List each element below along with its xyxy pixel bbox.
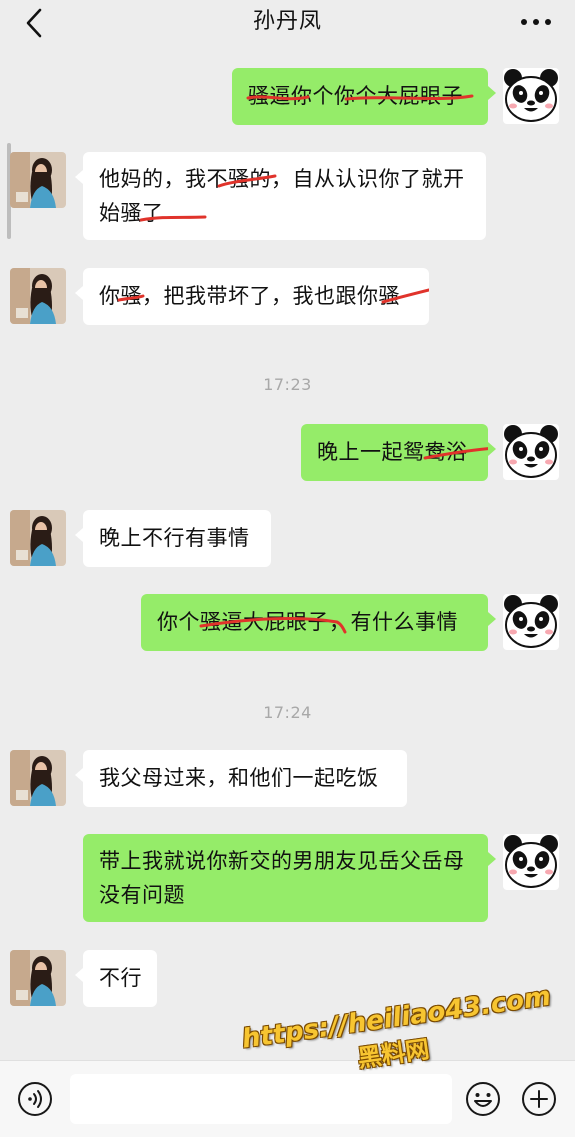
- contact-avatar[interactable]: [10, 510, 66, 566]
- message-text: 带上我就说你新交的男朋友见岳父岳母没有问题: [99, 849, 465, 907]
- my-avatar[interactable]: [503, 834, 559, 890]
- girl-photo-avatar-icon: [10, 510, 66, 566]
- panda-avatar-icon: [503, 834, 559, 890]
- message-text: 他妈的，我不: [99, 167, 228, 191]
- received-message-bubble[interactable]: 不行: [75, 950, 157, 1007]
- contact-avatar[interactable]: [10, 950, 66, 1006]
- struck-text: 个大屁眼子: [355, 84, 463, 108]
- message-text: 你: [99, 284, 121, 308]
- message-text: 我父母过来，和他们一起吃饭: [99, 766, 379, 790]
- my-avatar[interactable]: [503, 68, 559, 124]
- struck-text: 骚: [228, 167, 250, 191]
- struck-text: 骚逼大屁眼子: [200, 610, 329, 634]
- my-avatar[interactable]: [503, 424, 559, 480]
- watermark-url: https://heiliao43.com: [240, 981, 553, 1055]
- contact-avatar[interactable]: [10, 268, 66, 324]
- girl-photo-avatar-icon: [10, 268, 66, 324]
- more-dots-icon: [521, 19, 551, 25]
- panda-avatar-icon: [503, 594, 559, 650]
- voice-button[interactable]: [17, 1081, 53, 1117]
- struck-text: 鸳鸯浴: [403, 440, 468, 464]
- struck-text: 骚: [378, 284, 400, 308]
- input-bar: [0, 1060, 575, 1137]
- struck-text: 骚: [120, 284, 142, 308]
- strike-line: [139, 174, 277, 222]
- message-text: 不行: [99, 966, 142, 990]
- chat-title: 孙丹凤: [252, 9, 322, 34]
- voice-icon: [18, 1082, 52, 1116]
- panda-avatar-icon: [503, 68, 559, 124]
- message-text: 你个: [157, 610, 200, 634]
- received-message-bubble[interactable]: 我父母过来，和他们一起吃饭: [75, 750, 407, 807]
- contact-avatar[interactable]: [10, 152, 66, 208]
- sent-message-bubble[interactable]: 带上我就说你新交的男朋友见岳父岳母没有问题: [83, 834, 496, 922]
- received-message-bubble[interactable]: 晚上不行有事情: [75, 510, 271, 567]
- panda-avatar-icon: [503, 424, 559, 480]
- message-text: 晚上一起: [317, 440, 403, 464]
- timestamp: 17:23: [263, 375, 312, 394]
- girl-photo-avatar-icon: [10, 950, 66, 1006]
- message-text: ，把我带坏了，我也跟你: [142, 284, 379, 308]
- my-avatar[interactable]: [503, 594, 559, 650]
- contact-avatar[interactable]: [10, 750, 66, 806]
- received-message-bubble[interactable]: 他妈的，我不骚的，自从认识你了就开始骚了: [75, 152, 486, 240]
- sent-message-bubble[interactable]: 骚逼你个你个大屁眼子: [232, 68, 496, 125]
- chat-screen: 孙丹凤 骚逼你个你个大屁眼子 他妈的，我不骚的，自从认识你了就开始骚了 你骚，把…: [0, 0, 575, 1137]
- received-message-bubble[interactable]: 你骚，把我带坏了，我也跟你骚: [75, 268, 429, 325]
- sent-message-bubble[interactable]: 晚上一起鸳鸯浴: [301, 424, 496, 481]
- struck-text: 骚逼: [248, 84, 291, 108]
- chat-header: 孙丹凤: [0, 0, 575, 48]
- message-input[interactable]: [70, 1074, 452, 1124]
- message-text: 晚上不行有事情: [99, 526, 250, 550]
- message-text: 你个你: [291, 84, 356, 108]
- plus-button[interactable]: [521, 1081, 557, 1117]
- message-text: ，有什么事情: [329, 610, 458, 634]
- timestamp: 17:24: [263, 703, 312, 722]
- struck-text: 骚了: [120, 201, 164, 225]
- emoji-icon: [466, 1082, 500, 1116]
- sent-message-bubble[interactable]: 你个骚逼大屁眼子，有什么事情: [141, 594, 496, 651]
- more-button[interactable]: [519, 12, 553, 32]
- girl-photo-avatar-icon: [10, 750, 66, 806]
- girl-photo-avatar-icon: [10, 152, 66, 208]
- emoji-button[interactable]: [465, 1081, 501, 1117]
- plus-icon: [522, 1082, 556, 1116]
